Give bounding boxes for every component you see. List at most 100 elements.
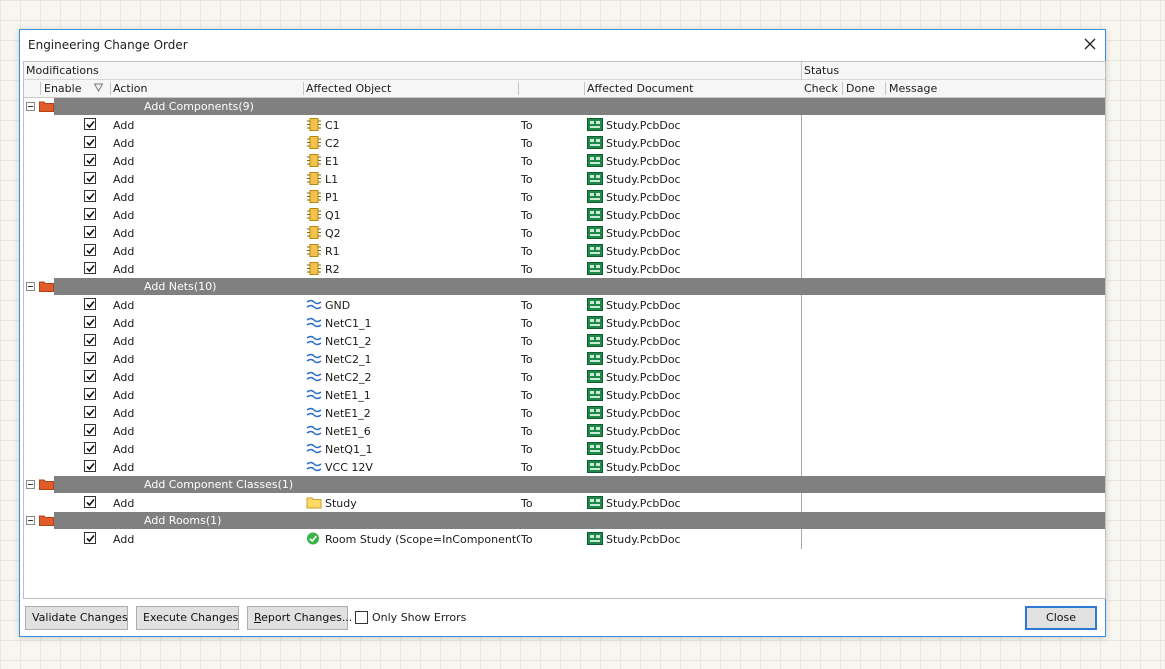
room-icon bbox=[306, 532, 322, 545]
enable-checkbox[interactable] bbox=[84, 316, 96, 328]
group-row[interactable]: Add Components(9) bbox=[24, 98, 1105, 116]
header-action[interactable]: Action bbox=[113, 82, 147, 95]
table-row[interactable]: Add VCC 12V To Study.PcbDoc bbox=[24, 458, 1105, 476]
table-row[interactable]: Add NetE1_2 To Study.PcbDoc bbox=[24, 404, 1105, 422]
affected-object-cell: NetC2_2 bbox=[325, 371, 372, 384]
header-sep bbox=[110, 82, 111, 95]
header-modifications: Modifications bbox=[26, 64, 99, 77]
folder-icon bbox=[39, 280, 54, 292]
affected-document-cell: Study.PcbDoc bbox=[606, 497, 681, 510]
to-cell: To bbox=[521, 371, 533, 384]
table-row[interactable]: Add R2 To Study.PcbDoc bbox=[24, 260, 1105, 278]
table-row[interactable]: Add P1 To Study.PcbDoc bbox=[24, 188, 1105, 206]
net-icon bbox=[306, 460, 322, 473]
table-row[interactable]: Add E1 To Study.PcbDoc bbox=[24, 152, 1105, 170]
report-changes-button[interactable]: Report Changes... bbox=[247, 606, 352, 630]
pcb-document-icon bbox=[587, 334, 603, 347]
pcb-document-icon bbox=[587, 388, 603, 401]
enable-checkbox[interactable] bbox=[84, 262, 96, 274]
table-row[interactable]: Add GND To Study.PcbDoc bbox=[24, 296, 1105, 314]
collapse-icon[interactable] bbox=[26, 480, 35, 489]
table-row[interactable]: Add L1 To Study.PcbDoc bbox=[24, 170, 1105, 188]
affected-object-cell: Study bbox=[325, 497, 357, 510]
group-header-bar: Add Components(9) bbox=[54, 98, 1105, 115]
to-cell: To bbox=[521, 497, 533, 510]
affected-object-cell: NetC2_1 bbox=[325, 353, 372, 366]
affected-object-cell: C2 bbox=[325, 137, 340, 150]
table-row[interactable]: Add NetC2_2 To Study.PcbDoc bbox=[24, 368, 1105, 386]
close-icon[interactable] bbox=[1081, 35, 1099, 53]
header-done[interactable]: Done bbox=[846, 82, 875, 95]
enable-checkbox[interactable] bbox=[84, 172, 96, 184]
enable-checkbox[interactable] bbox=[84, 406, 96, 418]
group-row[interactable]: Add Rooms(1) bbox=[24, 512, 1105, 530]
header-message[interactable]: Message bbox=[889, 82, 937, 95]
affected-document-cell: Study.PcbDoc bbox=[606, 353, 681, 366]
to-cell: To bbox=[521, 335, 533, 348]
affected-object-cell: VCC 12V bbox=[325, 461, 373, 474]
close-button[interactable]: Close bbox=[1025, 606, 1097, 630]
table-row[interactable]: Add NetC2_1 To Study.PcbDoc bbox=[24, 350, 1105, 368]
table-row[interactable]: Add Q2 To Study.PcbDoc bbox=[24, 224, 1105, 242]
component-icon bbox=[306, 208, 322, 221]
changes-grid: Modifications Status Enable Action Affec… bbox=[23, 61, 1106, 599]
execute-changes-button[interactable]: Execute Changes bbox=[136, 606, 239, 630]
table-row[interactable]: Add Q1 To Study.PcbDoc bbox=[24, 206, 1105, 224]
enable-checkbox[interactable] bbox=[84, 136, 96, 148]
pcb-document-icon bbox=[587, 190, 603, 203]
action-cell: Add bbox=[113, 425, 135, 438]
table-row[interactable]: Add Room Study (Scope=InComponentCla To Stu… bbox=[24, 530, 1105, 548]
table-row[interactable]: Add NetE1_6 To Study.PcbDoc bbox=[24, 422, 1105, 440]
table-row[interactable]: Add C1 To Study.PcbDoc bbox=[24, 116, 1105, 134]
action-cell: Add bbox=[113, 191, 135, 204]
header-check[interactable]: Check bbox=[804, 82, 838, 95]
report-changes-label: eport Changes... bbox=[261, 611, 353, 624]
affected-document-cell: Study.PcbDoc bbox=[606, 263, 681, 276]
pcb-document-icon bbox=[587, 370, 603, 383]
header-affected-document[interactable]: Affected Document bbox=[587, 82, 693, 95]
header-enable[interactable]: Enable bbox=[44, 82, 81, 95]
enable-checkbox[interactable] bbox=[84, 118, 96, 130]
enable-checkbox[interactable] bbox=[84, 388, 96, 400]
validate-changes-button[interactable]: Validate Changes bbox=[25, 606, 128, 630]
enable-checkbox[interactable] bbox=[84, 298, 96, 310]
sort-icon[interactable] bbox=[94, 83, 103, 92]
only-show-errors-checkbox[interactable] bbox=[355, 611, 368, 624]
table-row[interactable]: Add NetE1_1 To Study.PcbDoc bbox=[24, 386, 1105, 404]
enable-checkbox[interactable] bbox=[84, 532, 96, 544]
collapse-icon[interactable] bbox=[26, 102, 35, 111]
enable-checkbox[interactable] bbox=[84, 352, 96, 364]
group-row[interactable]: Add Component Classes(1) bbox=[24, 476, 1105, 494]
enable-checkbox[interactable] bbox=[84, 424, 96, 436]
table-row[interactable]: Add NetC1_2 To Study.PcbDoc bbox=[24, 332, 1105, 350]
collapse-icon[interactable] bbox=[26, 282, 35, 291]
action-cell: Add bbox=[113, 497, 135, 510]
enable-checkbox[interactable] bbox=[84, 370, 96, 382]
affected-document-cell: Study.PcbDoc bbox=[606, 533, 681, 546]
affected-document-cell: Study.PcbDoc bbox=[606, 245, 681, 258]
action-cell: Add bbox=[113, 533, 135, 546]
enable-checkbox[interactable] bbox=[84, 442, 96, 454]
enable-checkbox[interactable] bbox=[84, 460, 96, 472]
enable-checkbox[interactable] bbox=[84, 226, 96, 238]
header-affected-object[interactable]: Affected Object bbox=[306, 82, 391, 95]
table-row[interactable]: Add C2 To Study.PcbDoc bbox=[24, 134, 1105, 152]
table-row[interactable]: Add NetC1_1 To Study.PcbDoc bbox=[24, 314, 1105, 332]
header-sep bbox=[40, 82, 41, 95]
group-row[interactable]: Add Nets(10) bbox=[24, 278, 1105, 296]
header-columns-row: Enable Action Affected Object Affected D… bbox=[24, 80, 1105, 98]
collapse-icon[interactable] bbox=[26, 516, 35, 525]
table-row[interactable]: Add NetQ1_1 To Study.PcbDoc bbox=[24, 440, 1105, 458]
enable-checkbox[interactable] bbox=[84, 154, 96, 166]
pcb-document-icon bbox=[587, 406, 603, 419]
group-label: Add Component Classes(1) bbox=[144, 478, 294, 491]
enable-checkbox[interactable] bbox=[84, 244, 96, 256]
enable-checkbox[interactable] bbox=[84, 496, 96, 508]
enable-checkbox[interactable] bbox=[84, 208, 96, 220]
enable-checkbox[interactable] bbox=[84, 334, 96, 346]
group-header-bar: Add Rooms(1) bbox=[54, 512, 1105, 529]
enable-checkbox[interactable] bbox=[84, 190, 96, 202]
table-row[interactable]: Add R1 To Study.PcbDoc bbox=[24, 242, 1105, 260]
action-cell: Add bbox=[113, 317, 135, 330]
table-row[interactable]: Add Study To Study.PcbDoc bbox=[24, 494, 1105, 512]
